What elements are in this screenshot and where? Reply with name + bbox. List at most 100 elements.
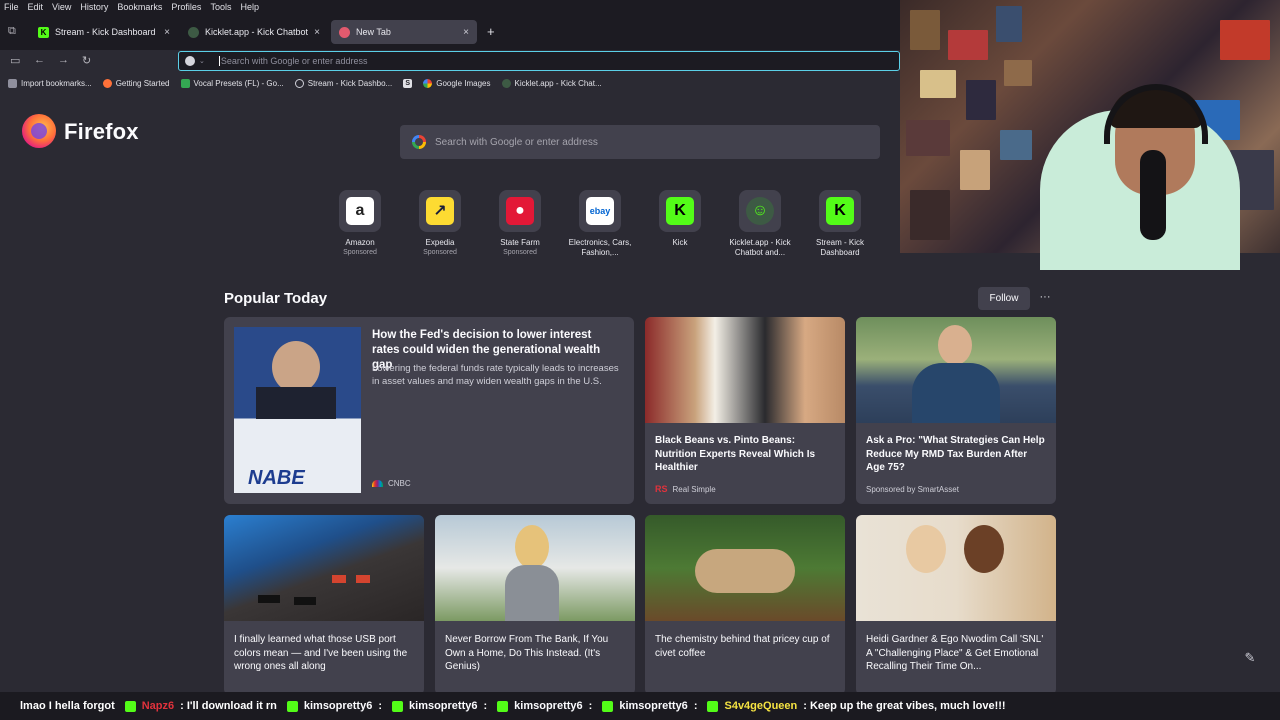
tab-strip: ⧉ K Stream - Kick Dashboard × Kicklet.ap… [0,14,900,50]
bookmark-kicklet[interactable]: Kicklet.app - Kick Chat... [501,78,602,88]
kick-icon [497,700,509,712]
shortcut-label: Expedia [425,238,455,247]
bookmark-getting-started[interactable]: Getting Started [102,78,170,88]
story-card-rmd[interactable]: Ask a Pro: "What Strategies Can Help Red… [856,317,1056,504]
tab-new-tab[interactable]: New Tab × [331,20,477,44]
sponsored-label: Sponsored [423,249,457,256]
tab-kicklet[interactable]: Kicklet.app - Kick Chatbot and C × [180,20,328,44]
kick-icon [392,700,404,712]
forward-icon[interactable]: → [58,54,69,66]
section-title: Popular Today [224,290,328,307]
tab-stream-kick-dashboard[interactable]: K Stream - Kick Dashboard × [30,20,178,44]
story-headline: I finally learned what those USB port co… [234,634,408,672]
shortcut-label: Kick [672,238,688,247]
story-source: CNBC [372,479,411,488]
menu-bar: File Edit View History Bookmarks Profile… [0,0,900,14]
chat-message: S4v4geQueen : Keep up the great vibes, m… [707,700,1006,712]
newtab-search-box[interactable]: Search with Google or enter address [400,125,880,159]
story-headline: Black Beans vs. Pinto Beans: Nutrition E… [655,435,816,473]
menu-view[interactable]: View [52,2,71,12]
menu-file[interactable]: File [4,2,19,12]
shortcut-state-farm[interactable]: ● State Farm Sponsored [480,190,560,256]
chat-message: kimsopretty6 : [497,700,592,712]
tab-title: New Tab [356,27,391,37]
real-simple-icon: RS [655,484,668,494]
address-bar[interactable]: ⌄ Search with Google or enter address [178,51,900,71]
search-placeholder: Search with Google or enter address [435,136,598,148]
shortcut-label: Kicklet.app - Kick Chatbot and... [729,238,791,257]
search-engine-icon[interactable] [185,56,195,66]
story-card-snl[interactable]: Heidi Gardner & Ego Nwodim Call 'SNL' A … [856,515,1056,695]
story-card-civet[interactable]: The chemistry behind that pricey cup of … [645,515,845,695]
chat-message: kimsopretty6 : [286,700,382,712]
kick-icon [286,700,298,712]
bookmark-import[interactable]: Import bookmarks... [8,78,92,88]
kick-icon: K [666,197,694,225]
menu-bookmarks[interactable]: Bookmarks [117,2,162,12]
google-icon [412,135,426,149]
menu-tools[interactable]: Tools [210,2,231,12]
close-tab-icon[interactable]: × [463,27,469,38]
story-card-beans[interactable]: Black Beans vs. Pinto Beans: Nutrition E… [645,317,845,504]
shortcut-label: Electronics, Cars, Fashion,... [568,238,632,257]
shortcut-ebay[interactable]: ebay Electronics, Cars, Fashion,... [560,190,640,258]
follow-button[interactable]: Follow [978,287,1030,310]
globe-icon [294,78,304,88]
tab-overview-icon[interactable]: ⧉ [8,25,16,38]
close-tab-icon[interactable]: × [164,27,170,38]
chevron-down-icon[interactable]: ⌄ [199,57,205,65]
firefox-logo-icon [22,114,56,148]
firefox-newtab-icon [339,26,350,38]
reload-icon[interactable]: ↻ [82,54,91,67]
shortcut-stream-kick-dashboard[interactable]: K Stream - Kick Dashboard [800,190,880,258]
bookmark-stream-kick[interactable]: Stream - Kick Dashbo... [294,78,392,88]
menu-history[interactable]: History [80,2,108,12]
bookmark-s[interactable]: S [403,78,413,88]
story-headline: The chemistry behind that pricey cup of … [655,634,830,659]
bookmark-label: Vocal Presets (FL) - Go... [193,78,284,88]
back-icon[interactable]: ← [34,54,45,66]
story-image [435,515,635,621]
new-tab-button[interactable]: + [487,24,495,39]
shortcut-kick[interactable]: K Kick [640,190,720,248]
bookmark-google-images[interactable]: Google Images [423,78,491,88]
bookmark-label: Kicklet.app - Kick Chat... [514,78,602,88]
close-tab-icon[interactable]: × [314,27,320,38]
shortcut-amazon[interactable]: a Amazon Sponsored [320,190,400,256]
sponsored-label: Sponsored [343,249,377,256]
text-caret [218,56,220,66]
ebay-icon: ebay [586,197,614,225]
menu-edit[interactable]: Edit [28,2,44,12]
story-card-borrow[interactable]: Never Borrow From The Bank, If You Own a… [435,515,635,695]
story-source: Sponsored by SmartAsset [866,485,959,494]
shortcut-label: State Farm [500,238,540,247]
story-image [224,515,424,621]
more-options-button[interactable]: ··· [1034,287,1056,310]
bookmarks-bar: Import bookmarks... Getting Started Voca… [0,73,900,93]
chat-ticker: lmao I hella forgot Napz6 : I'll downloa… [0,692,1280,720]
tab-title: Stream - Kick Dashboard [55,27,156,37]
bookmark-vocal-presets[interactable]: Vocal Presets (FL) - Go... [180,78,284,88]
tab-title: Kicklet.app - Kick Chatbot and C [205,27,309,37]
sidebar-icon[interactable]: ▭ [10,54,20,67]
shortcut-kicklet[interactable]: ☺ Kicklet.app - Kick Chatbot and... [720,190,800,258]
kick-icon: K [38,26,49,38]
expedia-icon: ↗ [426,197,454,225]
story-headline: Ask a Pro: "What Strategies Can Help Red… [866,435,1045,473]
story-card-fed[interactable]: NABE How the Fed's decision to lower int… [224,317,634,504]
menu-profiles[interactable]: Profiles [171,2,201,12]
menu-help[interactable]: Help [240,2,259,12]
chat-message: Napz6 : I'll download it rn [124,700,277,712]
story-image [645,317,845,423]
story-headline: Never Borrow From The Bank, If You Own a… [445,634,609,672]
story-card-usb[interactable]: I finally learned what those USB port co… [224,515,424,695]
kick-icon [124,700,136,712]
pencil-icon[interactable]: ✎ [1238,646,1262,670]
address-placeholder: Search with Google or enter address [220,56,368,66]
story-excerpt: Lowering the federal funds rate typicall… [372,363,619,387]
kicklet-icon [188,26,199,38]
firefox-icon [102,78,112,88]
bookmark-label: Getting Started [115,78,170,88]
shortcut-expedia[interactable]: ↗ Expedia Sponsored [400,190,480,256]
story-image [645,515,845,621]
